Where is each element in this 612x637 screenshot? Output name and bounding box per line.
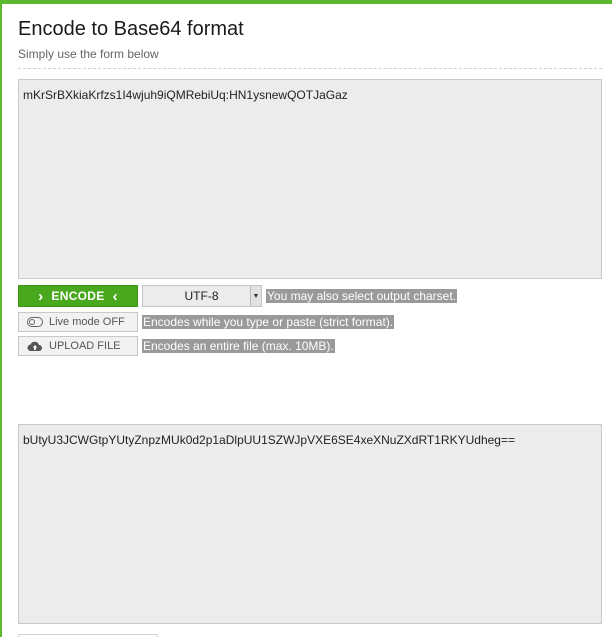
upload-file-button[interactable]: UPLOAD FILE <box>18 336 138 356</box>
output-textarea[interactable]: bUtyU3JCWGtpYUtyZnpzMUk0d2p1aDlpUU1SZWJp… <box>18 424 602 624</box>
dropdown-arrow-icon[interactable]: ▼ <box>250 286 261 306</box>
chevron-left-icon: ‹ <box>112 287 118 305</box>
upload-file-label: UPLOAD FILE <box>49 340 121 352</box>
page-frame: Encode to Base64 format Simply use the f… <box>0 0 612 637</box>
encode-button[interactable]: › ENCODE ‹ <box>18 285 138 307</box>
upload-hint: Encodes an entire file (max. 10MB). <box>142 339 335 353</box>
toggle-icon <box>27 317 43 327</box>
cloud-upload-icon <box>27 341 42 352</box>
chevron-right-icon: › <box>38 287 44 305</box>
output-text: bUtyU3JCWGtpYUtyZnpzMUk0d2p1aDlpUU1SZWJp… <box>23 433 515 447</box>
encode-button-label: ENCODE <box>51 289 105 303</box>
live-mode-button[interactable]: Live mode OFF <box>18 312 138 332</box>
charset-select[interactable]: UTF-8 ▼ <box>142 285 262 307</box>
page-title: Encode to Base64 format <box>18 18 244 40</box>
input-textarea[interactable]: mKrSrBXkiaKrfzs1I4wjuh9iQMRebiUq:HN1ysne… <box>18 79 602 279</box>
divider <box>18 68 602 69</box>
input-text: mKrSrBXkiaKrfzs1I4wjuh9iQMRebiUq:HN1ysne… <box>23 88 348 102</box>
charset-hint: You may also select output charset. <box>266 289 457 303</box>
live-mode-hint: Encodes while you type or paste (strict … <box>142 315 395 329</box>
page-subtitle: Simply use the form below <box>18 47 159 61</box>
live-mode-label: Live mode OFF <box>49 316 125 328</box>
charset-value: UTF-8 <box>184 289 219 303</box>
